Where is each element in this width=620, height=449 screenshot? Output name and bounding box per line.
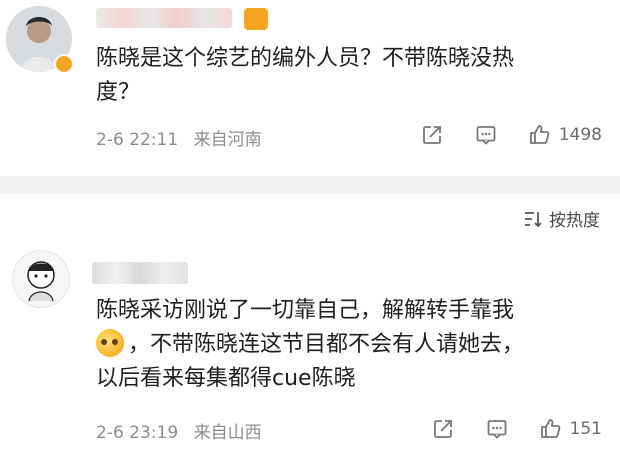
crown-icon xyxy=(244,8,268,30)
share-button[interactable] xyxy=(430,416,456,442)
comment-meta: 2-6 22:11 来自河南 xyxy=(96,125,272,150)
sort-icon xyxy=(525,211,542,227)
comment-location: 来自河南 xyxy=(193,130,262,150)
comment-location: 来自山西 xyxy=(193,423,262,443)
username-redacted[interactable] xyxy=(92,262,188,284)
comment-text-line: 以后看来每集都得cue陈晓 xyxy=(96,366,356,391)
comment-button[interactable] xyxy=(484,416,510,442)
comment-icon xyxy=(487,420,506,439)
comment-actions: 1498 xyxy=(391,122,602,148)
thumbs-up-icon xyxy=(529,125,550,144)
blush-emoji-icon xyxy=(96,329,124,357)
comment-text-line: ，不带陈晓连这节目都不会有人请她去， xyxy=(128,332,525,357)
comment-text: 陈晓采访刚说了一切靠自己，解解转手靠我 ，不带陈晓连这节目都不会有人请她去， 以… xyxy=(96,294,596,396)
comment-text-line-with-emoji: ，不带陈晓连这节目都不会有人请她去， xyxy=(96,328,596,362)
sort-label: 按热度 xyxy=(549,211,600,231)
share-icon xyxy=(422,126,441,144)
comment-item: 陈晓采访刚说了一切靠自己，解解转手靠我 ，不带陈晓连这节目都不会有人请她去， 以… xyxy=(0,240,620,449)
comment-icon xyxy=(476,126,496,145)
username-redacted[interactable] xyxy=(96,8,232,28)
avatar-image xyxy=(13,251,69,307)
sort-by-hot-button[interactable]: 按热度 xyxy=(523,206,600,231)
comment-date: 2-6 23:19 xyxy=(96,423,179,443)
share-icon xyxy=(433,420,452,438)
comment-item: 陈晓是这个综艺的编外人员？不带陈晓没热 度？ 2-6 22:11 来自河南 14… xyxy=(0,0,620,176)
comment-actions: 151 xyxy=(402,416,602,442)
comment-text-line: 陈晓采访刚说了一切靠自己，解解转手靠我 xyxy=(96,298,515,323)
comment-button[interactable] xyxy=(473,122,499,148)
comment-date: 2-6 22:11 xyxy=(96,130,179,150)
comment-text: 陈晓是这个综艺的编外人员？不带陈晓没热 度？ xyxy=(96,42,596,110)
like-button[interactable] xyxy=(527,122,553,148)
like-count: 151 xyxy=(569,419,602,439)
comment-text-line: 度？ xyxy=(96,80,141,105)
comment-text-line: 陈晓是这个综艺的编外人员？不带陈晓没热 xyxy=(96,46,515,71)
like-button[interactable] xyxy=(538,416,564,442)
like-count: 1498 xyxy=(558,125,602,145)
section-divider xyxy=(0,176,620,194)
share-button[interactable] xyxy=(419,122,445,148)
thumbs-up-icon xyxy=(540,419,560,438)
avatar[interactable] xyxy=(12,250,70,308)
verified-badge-icon xyxy=(54,54,74,74)
comment-meta: 2-6 23:19 来自山西 xyxy=(96,418,272,443)
